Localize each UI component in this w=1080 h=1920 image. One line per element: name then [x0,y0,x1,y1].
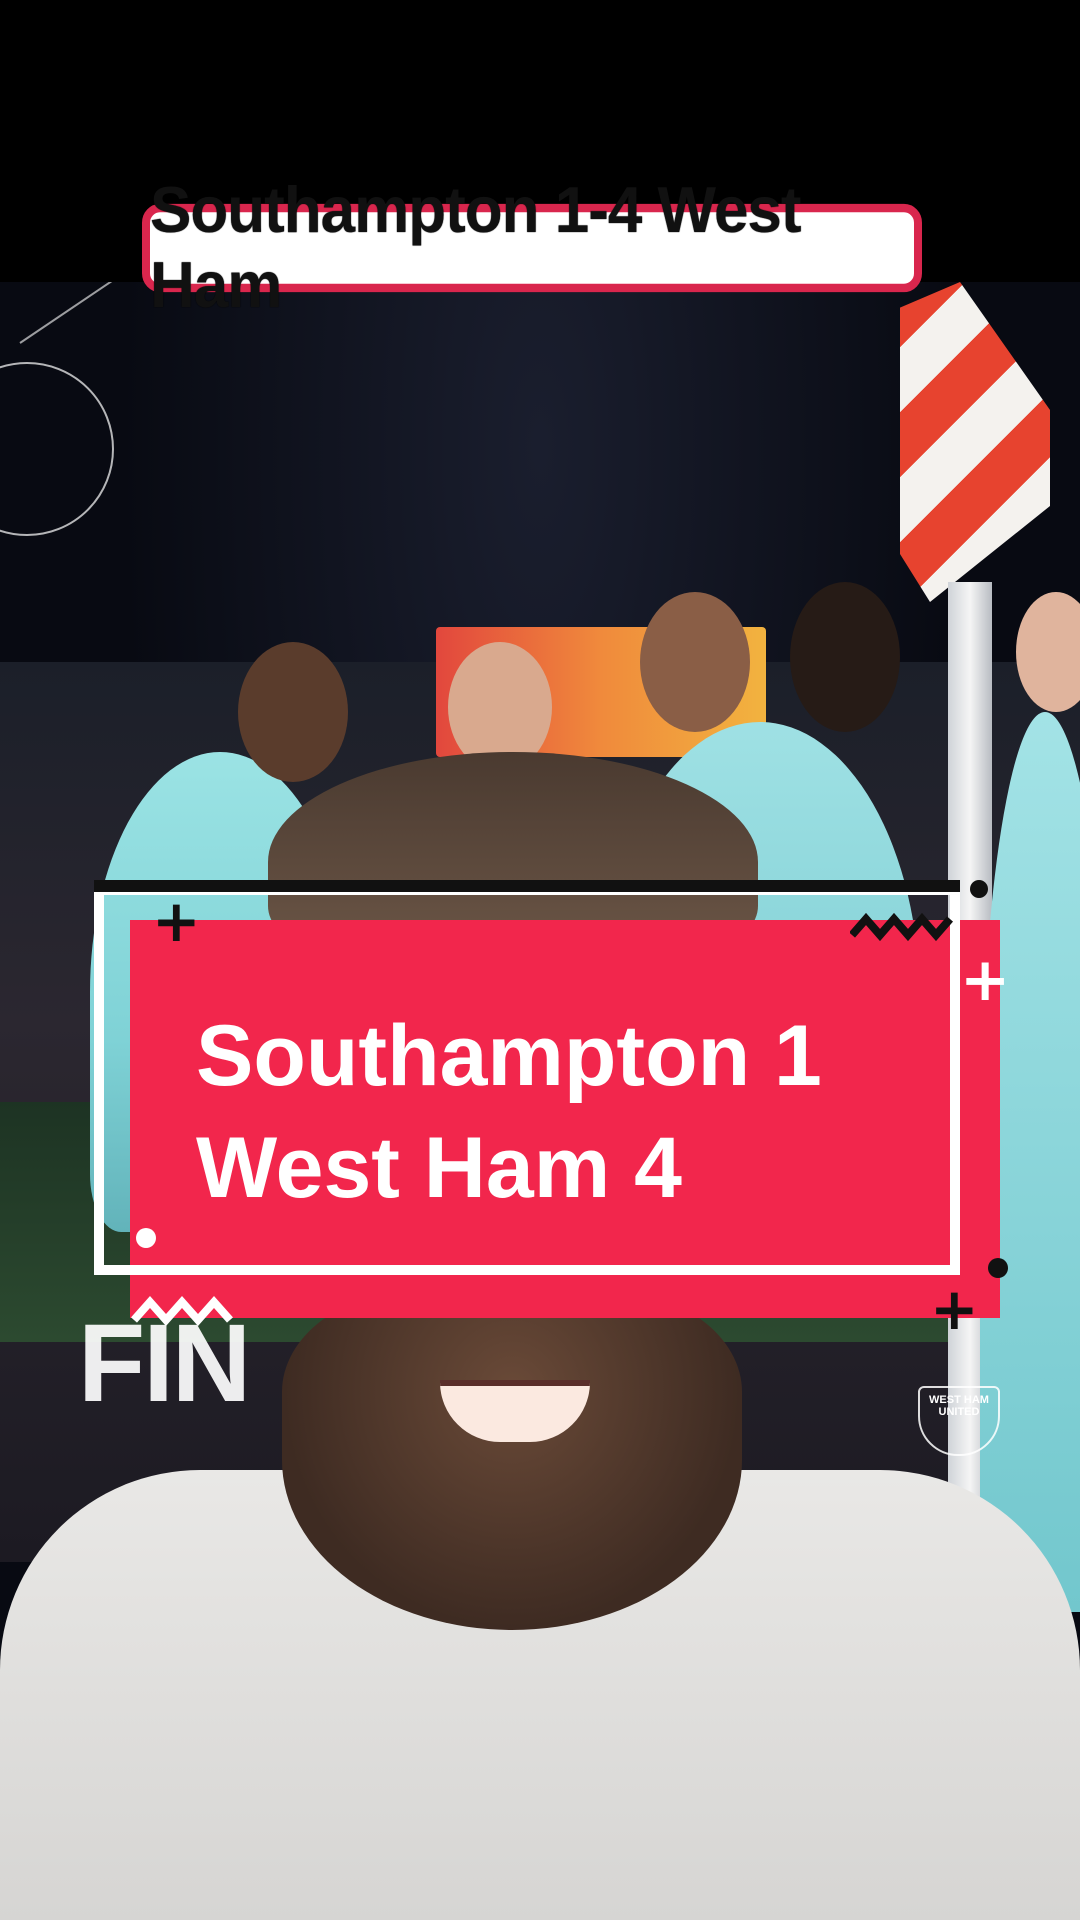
zigzag-icon [850,912,954,942]
top-black-bar [0,0,1080,188]
player-1-head [238,642,348,782]
plus-icon: + [152,887,201,955]
plus-icon: + [930,1275,979,1343]
dot-decoration [970,880,988,898]
presenter-beard [282,1290,742,1630]
player-3-head [640,592,750,732]
video-title: Southampton 1-4 West Ham [142,175,922,322]
score-home: Southampton 1 [196,1008,822,1104]
score-card-frame-top [94,880,960,892]
dot-decoration [136,1228,156,1248]
dot-decoration [988,1258,1008,1278]
score-away: West Ham 4 [196,1120,682,1216]
player-5-head [790,582,900,732]
zigzag-icon [131,1295,233,1327]
corner-flag [900,282,1050,602]
circle-decoration [0,362,114,536]
plus-icon: + [960,945,1011,1015]
score-card-text: Southampton 1 West Ham 4 [196,1000,956,1224]
